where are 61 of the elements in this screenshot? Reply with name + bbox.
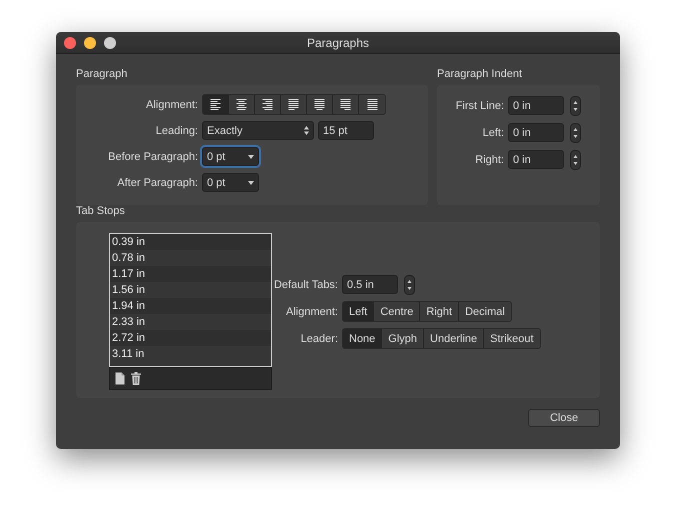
after-paragraph-combo[interactable]: 0 pt: [202, 173, 259, 192]
new-document-icon[interactable]: [115, 372, 125, 385]
before-paragraph-combo[interactable]: 0 pt: [202, 147, 259, 166]
stepper-icon[interactable]: [570, 150, 581, 170]
indent-input[interactable]: 0 in: [508, 123, 564, 142]
alignment-button[interactable]: [307, 95, 333, 114]
tab-alignment-segment[interactable]: Left: [343, 302, 374, 321]
tab-stop-item[interactable]: 2.33 in: [110, 314, 271, 330]
field-label: Leading:: [154, 124, 198, 136]
zoom-window-icon[interactable]: [104, 36, 116, 48]
window-title: Paragraphs: [306, 36, 370, 50]
leading-dropdown[interactable]: Exactly: [202, 121, 314, 140]
alignment-button[interactable]: [281, 95, 307, 114]
close-window-icon[interactable]: [64, 36, 76, 48]
leader-segment[interactable]: None: [343, 329, 382, 348]
field-label: Left:: [482, 126, 504, 138]
text-align-icon: [314, 99, 325, 110]
caret-icon: [248, 154, 254, 158]
leader-segment[interactable]: Glyph: [382, 329, 424, 348]
leader-segment[interactable]: Underline: [424, 329, 484, 348]
indent-input[interactable]: 0 in: [508, 96, 564, 115]
trash-icon[interactable]: [131, 372, 141, 385]
section-heading: Paragraph: [76, 68, 128, 80]
alignment-button[interactable]: [359, 95, 385, 114]
text-align-icon: [340, 99, 351, 110]
field-label: Leader:: [300, 332, 338, 344]
field-label: Right:: [474, 154, 504, 166]
text-align-icon: [210, 99, 221, 110]
text-align-icon: [366, 99, 378, 110]
minimize-window-icon[interactable]: [84, 36, 96, 48]
default-tabs-input[interactable]: 0.5 in: [342, 275, 398, 294]
caret-icon: [248, 180, 254, 184]
tab-alignment-segment[interactable]: Right: [420, 302, 460, 321]
field-label: After Paragraph:: [116, 176, 198, 188]
leader-segment[interactable]: Strikeout: [484, 329, 540, 348]
field-label: First Line:: [454, 100, 504, 112]
section-heading: Paragraph Indent: [437, 68, 522, 80]
tab-alignment-segment[interactable]: Centre: [374, 302, 420, 321]
text-align-icon: [262, 99, 273, 110]
alignment-button[interactable]: [255, 95, 281, 114]
stepper-icon[interactable]: [404, 274, 415, 294]
field-label: Default Tabs:: [272, 278, 338, 290]
indent-input[interactable]: 0 in: [508, 150, 564, 169]
stepper-icon[interactable]: [570, 122, 581, 142]
tab-stop-item[interactable]: 0.78 in: [110, 250, 271, 266]
leading-input[interactable]: 15 pt: [318, 121, 374, 140]
tab-alignment-segment[interactable]: Decimal: [459, 302, 511, 321]
tab-stop-item[interactable]: 1.56 in: [110, 282, 271, 298]
alignment-button[interactable]: [333, 95, 359, 114]
field-label: Alignment:: [145, 98, 198, 110]
field-label: Before Paragraph:: [107, 150, 198, 162]
up-down-arrows-icon: [304, 126, 309, 135]
alignment-button[interactable]: [203, 95, 229, 114]
stepper-icon[interactable]: [570, 96, 581, 116]
text-align-icon: [288, 99, 299, 110]
text-align-icon: [236, 99, 247, 110]
close-button[interactable]: Close: [528, 409, 600, 427]
tab-stop-item[interactable]: 3.11 in: [110, 346, 271, 362]
field-label: Alignment:: [285, 306, 338, 318]
section-heading: Tab Stops: [76, 205, 126, 217]
alignment-button[interactable]: [229, 95, 255, 114]
